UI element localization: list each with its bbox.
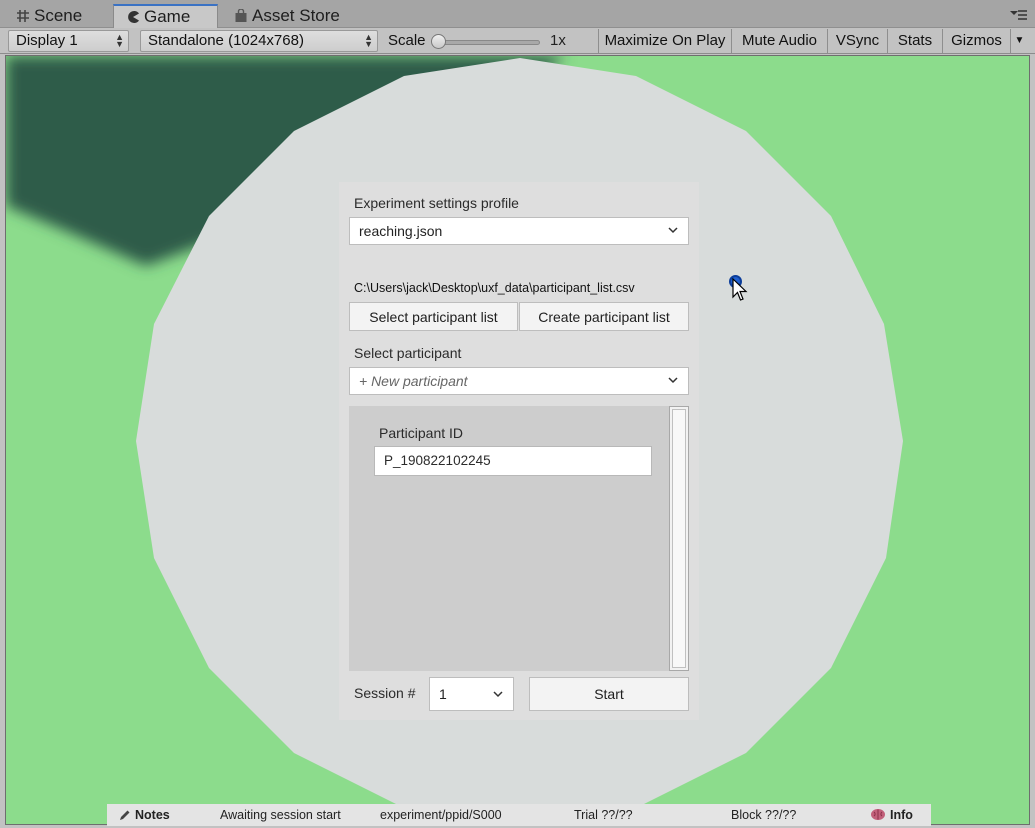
tab-asset-store-label: Asset Store xyxy=(252,6,340,25)
session-number-value: 1 xyxy=(439,686,447,702)
tab-menu-icon[interactable] xyxy=(1009,9,1027,21)
resolution-dropdown[interactable]: Standalone (1024x768) ▲ ▼ xyxy=(140,30,378,52)
scale-label: Scale xyxy=(388,32,426,49)
tab-game[interactable]: Game xyxy=(113,4,218,28)
gizmos-dropdown-arrow-icon[interactable]: ▼ xyxy=(1010,29,1028,53)
block-counter: Block ??/?? xyxy=(731,808,797,822)
session-number-dropdown[interactable]: 1 xyxy=(429,677,514,711)
tab-asset-store[interactable]: Asset Store xyxy=(234,4,340,28)
updown-arrows-icon: ▲ ▼ xyxy=(115,32,124,49)
gizmos-toggle[interactable]: Gizmos xyxy=(942,29,1010,53)
select-participant-label: Select participant xyxy=(354,345,462,361)
profile-label: Experiment settings profile xyxy=(354,195,519,211)
session-label: Session # xyxy=(354,685,416,701)
updown-arrows-icon: ▲ ▼ xyxy=(364,32,373,49)
scale-slider-thumb[interactable] xyxy=(431,34,446,49)
participant-list-path: C:\Users\jack\Desktop\uxf_data\participa… xyxy=(354,281,635,295)
display-dropdown[interactable]: Display 1 ▲ ▼ xyxy=(8,30,129,52)
tab-scene-label: Scene xyxy=(34,6,83,25)
brain-icon xyxy=(871,809,885,820)
experiment-status-bar: Notes Awaiting session start experiment/… xyxy=(107,804,931,826)
info-button[interactable]: Info xyxy=(890,808,913,822)
scale-slider-track[interactable] xyxy=(433,40,540,45)
profile-dropdown[interactable]: reaching.json xyxy=(349,217,689,245)
notes-button[interactable]: Notes xyxy=(135,808,170,822)
session-status-text: Awaiting session start xyxy=(220,808,341,822)
tab-scene[interactable]: Scene xyxy=(16,4,82,28)
scrollbar-handle[interactable] xyxy=(672,409,686,668)
pencil-icon xyxy=(120,810,130,820)
tab-game-label: Game xyxy=(144,7,191,26)
session-path-text: experiment/ppid/S000 xyxy=(380,808,502,822)
profile-dropdown-value: reaching.json xyxy=(359,223,443,239)
chevron-down-icon xyxy=(493,691,503,698)
grid-hash-icon xyxy=(17,10,29,22)
chevron-down-icon xyxy=(668,377,678,384)
scale-value: 1x xyxy=(550,32,566,49)
participant-id-input[interactable]: P_190822102245 xyxy=(374,446,652,476)
mouse-pointer-icon xyxy=(732,278,748,301)
pacman-icon xyxy=(128,11,139,23)
participant-dropdown[interactable]: + New participant xyxy=(349,367,689,395)
display-dropdown-value: Display 1 xyxy=(16,32,78,49)
editor-tab-bar: Scene Game Asset Store xyxy=(0,0,1035,28)
chevron-down-icon xyxy=(668,227,678,234)
participant-id-label: Participant ID xyxy=(379,425,464,441)
select-participant-list-button[interactable]: Select participant list xyxy=(349,302,518,331)
stats-toggle[interactable]: Stats xyxy=(887,29,942,53)
create-participant-list-button[interactable]: Create participant list xyxy=(519,302,689,331)
shopping-bag-icon xyxy=(235,9,247,22)
mute-audio-toggle[interactable]: Mute Audio xyxy=(731,29,827,53)
trial-counter: Trial ??/?? xyxy=(574,808,633,822)
unity-editor-window: Scene Game Asset Store Display 1 ▲ ▼ Stan… xyxy=(0,0,1035,828)
maximize-on-play-toggle[interactable]: Maximize On Play xyxy=(598,29,731,53)
vsync-toggle[interactable]: VSync xyxy=(827,29,887,53)
resolution-dropdown-value: Standalone (1024x768) xyxy=(148,32,304,49)
participant-dropdown-value: + New participant xyxy=(359,373,468,389)
start-button[interactable]: Start xyxy=(529,677,689,711)
vertical-scrollbar[interactable] xyxy=(669,406,689,671)
